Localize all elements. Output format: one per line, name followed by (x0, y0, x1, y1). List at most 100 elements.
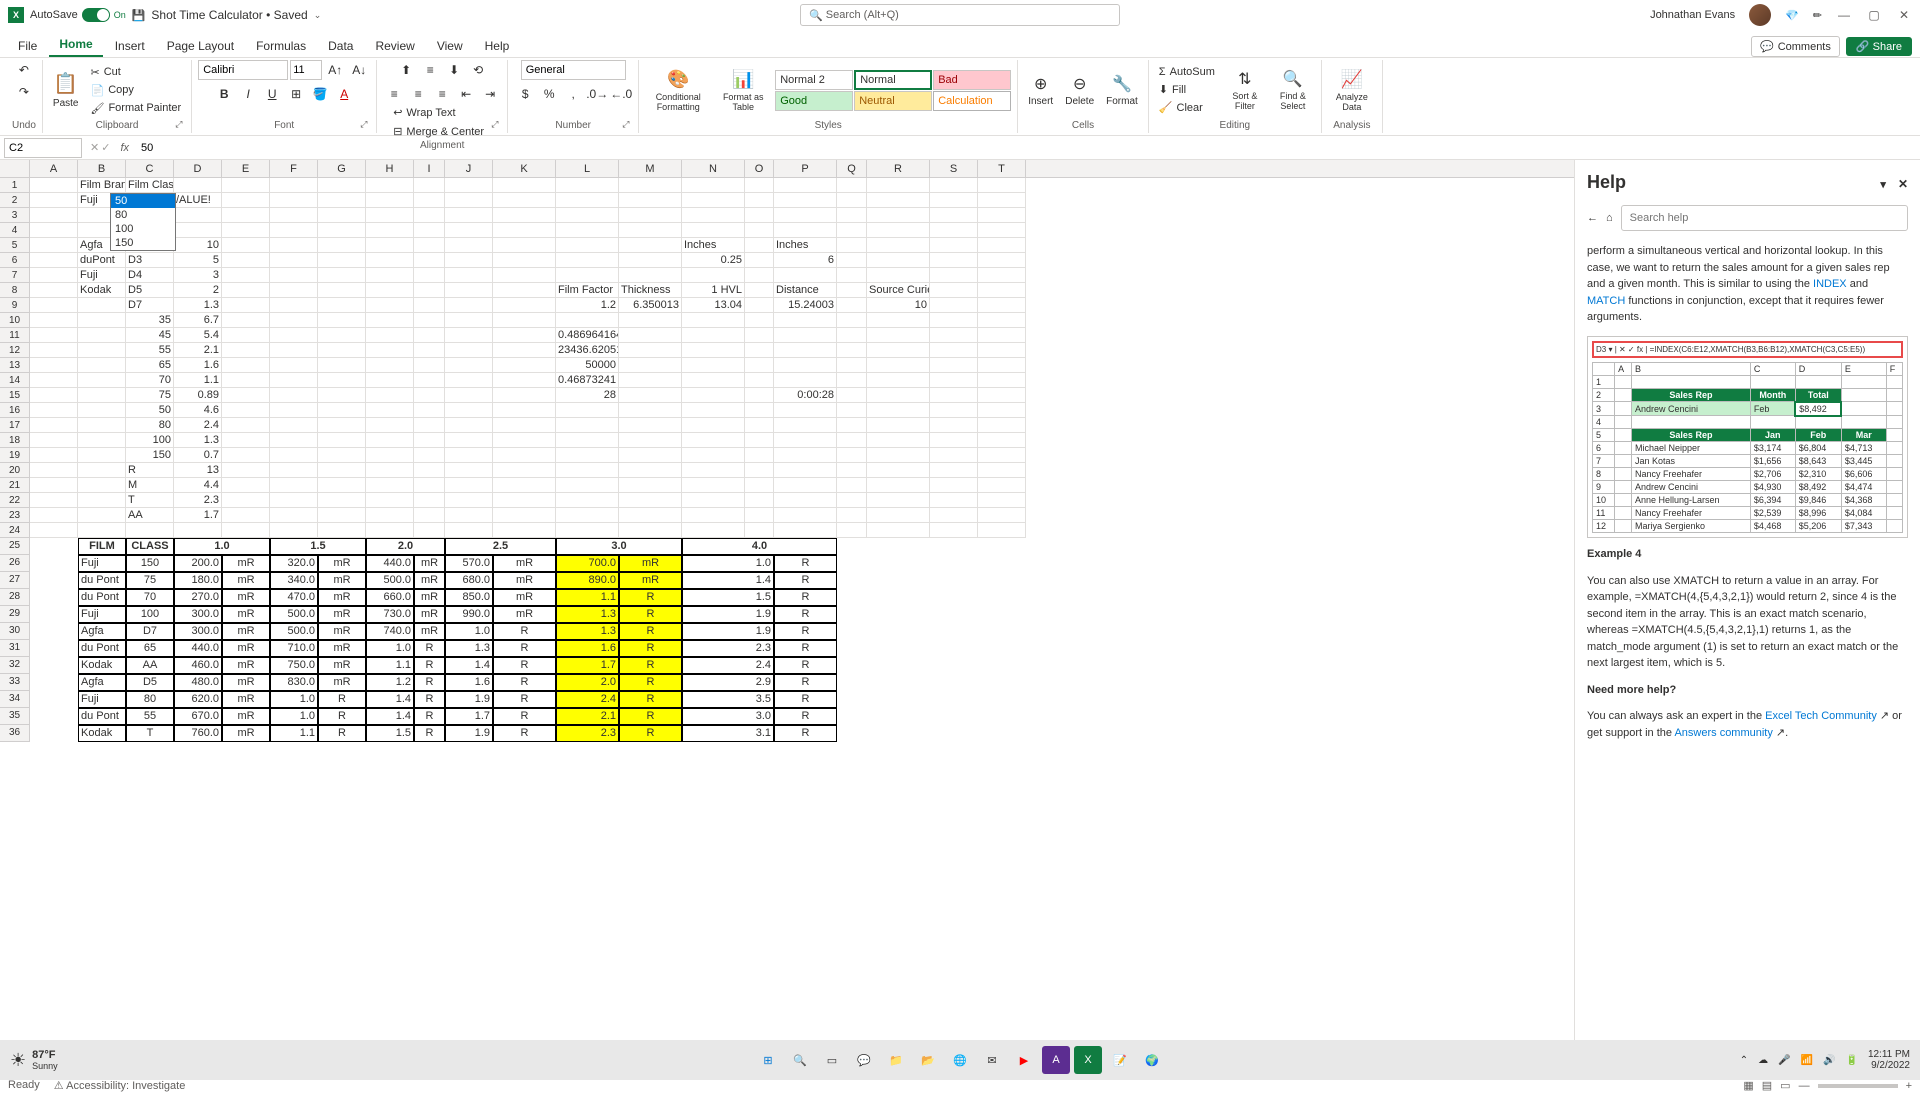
tab-formulas[interactable]: Formulas (246, 35, 316, 57)
col-header-R[interactable]: R (867, 160, 930, 177)
table-cell[interactable]: mR (414, 555, 445, 572)
cell-G2[interactable] (318, 193, 366, 208)
cell-I18[interactable] (414, 433, 445, 448)
cell-P6[interactable]: 6 (774, 253, 837, 268)
table-cell[interactable]: R (619, 640, 682, 657)
cell-S9[interactable] (930, 298, 978, 313)
cell-L7[interactable] (556, 268, 619, 283)
cell-G23[interactable] (318, 508, 366, 523)
cell-K22[interactable] (493, 493, 556, 508)
cell-R2[interactable] (867, 193, 930, 208)
cell-R18[interactable] (867, 433, 930, 448)
table-cell[interactable]: mR (414, 572, 445, 589)
table-cell[interactable]: R (774, 555, 837, 572)
cell-H10[interactable] (366, 313, 414, 328)
cell-L14[interactable]: 0.46873241 (556, 373, 619, 388)
cell-E17[interactable] (222, 418, 270, 433)
cell-N20[interactable] (682, 463, 745, 478)
cell-O3[interactable] (745, 208, 774, 223)
cell-F5[interactable] (270, 238, 318, 253)
cell-R1[interactable] (867, 178, 930, 193)
cell-D5[interactable]: 10 (174, 238, 222, 253)
row-header-25[interactable]: 25 (0, 538, 30, 555)
table-cell[interactable]: D7 (126, 623, 174, 640)
table-cell[interactable]: 680.0 (445, 572, 493, 589)
bold-button[interactable]: B (213, 84, 235, 104)
tray-mic-icon[interactable]: 🎤 (1778, 1055, 1790, 1066)
format-cells-button[interactable]: 🔧Format (1102, 72, 1142, 109)
cell-M9[interactable]: 6.350013 (619, 298, 682, 313)
cell-E10[interactable] (222, 313, 270, 328)
cell-N10[interactable] (682, 313, 745, 328)
cell-L17[interactable] (556, 418, 619, 433)
avatar[interactable] (1749, 4, 1771, 26)
col-header-C[interactable]: C (126, 160, 174, 177)
row-header-23[interactable]: 23 (0, 508, 30, 523)
cell-H16[interactable] (366, 403, 414, 418)
cell-C6[interactable]: D3 (126, 253, 174, 268)
cell-J11[interactable] (445, 328, 493, 343)
cell-T16[interactable] (978, 403, 1026, 418)
tray-wifi-icon[interactable]: 📶 (1801, 1055, 1813, 1066)
edge-icon[interactable]: 🌐 (946, 1046, 974, 1074)
table-cell[interactable]: R (414, 640, 445, 657)
cell-I11[interactable] (414, 328, 445, 343)
cell-K12[interactable] (493, 343, 556, 358)
table-cell[interactable]: mR (318, 589, 366, 606)
table-cell[interactable]: 1.4 (682, 572, 774, 589)
dropdown-item[interactable]: 150 (111, 236, 175, 250)
cell-A4[interactable] (30, 223, 78, 238)
cell-E5[interactable] (222, 238, 270, 253)
cell-T6[interactable] (978, 253, 1026, 268)
fill-color-button[interactable]: 🪣 (309, 84, 331, 104)
table-cell[interactable]: R (619, 589, 682, 606)
orientation-icon[interactable]: ⟲ (467, 60, 489, 80)
table-cell[interactable]: 440.0 (174, 640, 222, 657)
tab-home[interactable]: Home (49, 33, 102, 57)
cell-I21[interactable] (414, 478, 445, 493)
table-cell[interactable]: R (414, 657, 445, 674)
cut-button[interactable]: ✂ Cut (86, 64, 185, 81)
cell-L24[interactable] (556, 523, 619, 538)
cell-Q9[interactable] (837, 298, 867, 313)
cell-O17[interactable] (745, 418, 774, 433)
insert-cells-button[interactable]: ⊕Insert (1024, 72, 1057, 109)
cell-A24[interactable] (30, 523, 78, 538)
cell-H11[interactable] (366, 328, 414, 343)
table-cell[interactable]: AA (126, 657, 174, 674)
cell-I7[interactable] (414, 268, 445, 283)
cell-R21[interactable] (867, 478, 930, 493)
clear-button[interactable]: 🧹 Clear (1155, 99, 1219, 116)
table-cell[interactable]: 480.0 (174, 674, 222, 691)
cell-S13[interactable] (930, 358, 978, 373)
border-button[interactable]: ⊞ (285, 84, 307, 104)
table-cell[interactable]: du Pont (78, 708, 126, 725)
table-cell[interactable]: 1.1 (270, 725, 318, 742)
cell-N21[interactable] (682, 478, 745, 493)
cell-B11[interactable] (78, 328, 126, 343)
table-cell[interactable]: R (619, 691, 682, 708)
row-header-6[interactable]: 6 (0, 253, 30, 268)
cell-K18[interactable] (493, 433, 556, 448)
cell-P24[interactable] (774, 523, 837, 538)
cell-L22[interactable] (556, 493, 619, 508)
cell-G10[interactable] (318, 313, 366, 328)
cell-K24[interactable] (493, 523, 556, 538)
table-cell[interactable]: Agfa (78, 623, 126, 640)
cell-D8[interactable]: 2 (174, 283, 222, 298)
table-cell[interactable]: du Pont (78, 572, 126, 589)
table-cell[interactable]: 55 (126, 708, 174, 725)
cell-F3[interactable] (270, 208, 318, 223)
table-cell[interactable]: mR (619, 555, 682, 572)
cell-N13[interactable] (682, 358, 745, 373)
view-page-break-icon[interactable]: ▭ (1780, 1079, 1790, 1092)
cell-N17[interactable] (682, 418, 745, 433)
table-cell[interactable]: R (774, 606, 837, 623)
find-select-button[interactable]: 🔍Find & Select (1271, 67, 1315, 113)
row-header-35[interactable]: 35 (0, 708, 30, 725)
cell-S21[interactable] (930, 478, 978, 493)
cell-D15[interactable]: 0.89 (174, 388, 222, 403)
cell-N12[interactable] (682, 343, 745, 358)
cell-D24[interactable] (174, 523, 222, 538)
cell-E12[interactable] (222, 343, 270, 358)
